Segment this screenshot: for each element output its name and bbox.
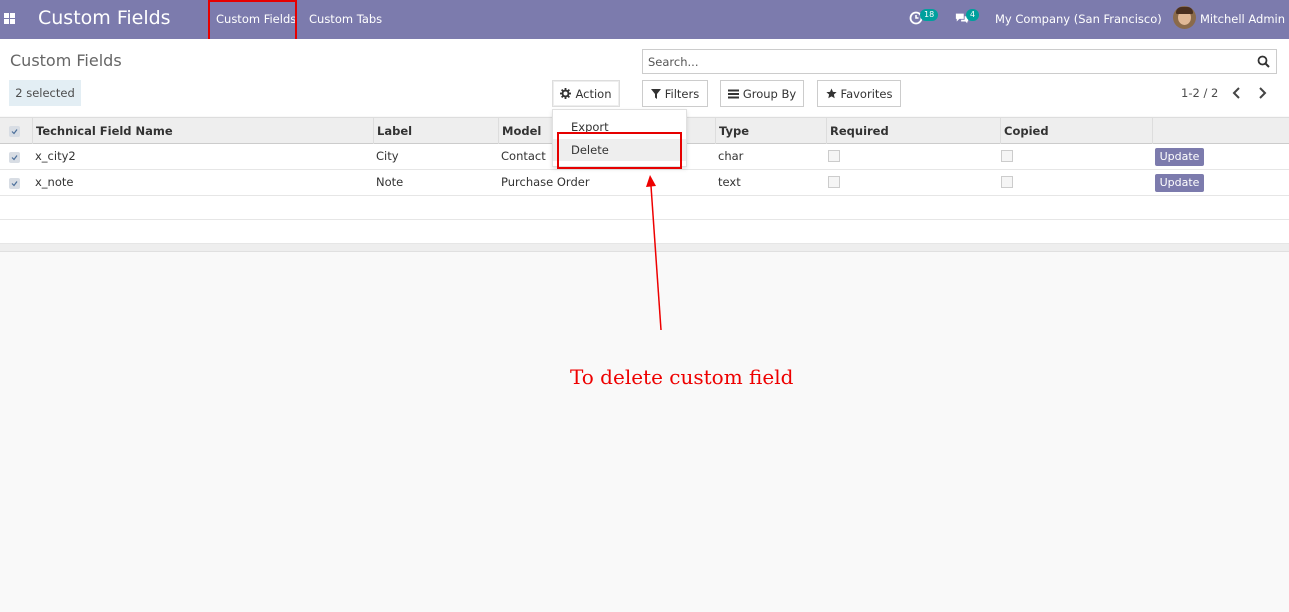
filters-button-label: Filters	[664, 86, 700, 101]
messages-count-badge: 4	[966, 9, 980, 21]
menu-custom-tabs[interactable]: Custom Tabs	[309, 12, 382, 26]
cell-type: text	[718, 175, 741, 189]
table-footer	[0, 244, 1289, 252]
favorites-button-label: Favorites	[840, 86, 893, 101]
app-title: Custom Fields	[38, 7, 171, 29]
column-actions	[1152, 118, 1289, 144]
update-button[interactable]: Update	[1155, 174, 1204, 192]
empty-row	[0, 220, 1289, 244]
user-avatar[interactable]	[1173, 6, 1196, 29]
column-type[interactable]: Type	[715, 118, 827, 144]
pager-previous-icon[interactable]	[1231, 86, 1243, 100]
cell-model: Contact	[501, 149, 546, 163]
user-menu[interactable]: Mitchell Admin	[1200, 12, 1285, 26]
row-checkbox[interactable]	[9, 152, 20, 163]
list-bars-icon	[727, 89, 739, 98]
star-icon	[825, 88, 837, 99]
control-panel: Custom Fields 2 selected Action Filters	[0, 39, 1289, 116]
top-navbar: Custom Fields Custom Fields Custom Tabs …	[0, 0, 1289, 39]
delete-highlight-box	[557, 132, 682, 169]
pager-value[interactable]: 1-2 / 2	[1181, 86, 1218, 100]
copied-checkbox	[1001, 150, 1013, 162]
search-icon[interactable]	[1257, 55, 1270, 68]
cell-label: Note	[376, 175, 404, 189]
action-button[interactable]: Action	[552, 80, 620, 107]
table-row[interactable]: x_note Note Purchase Order text Update	[0, 170, 1289, 196]
search-bar[interactable]	[642, 49, 1277, 74]
cell-type: char	[718, 149, 744, 163]
select-all-checkbox[interactable]	[9, 126, 20, 137]
app-menu-grid-icon[interactable]	[4, 13, 16, 25]
column-technical-name[interactable]: Technical Field Name	[32, 118, 374, 144]
cell-technical-name: x_city2	[35, 149, 76, 163]
checkmark-icon	[11, 155, 18, 161]
column-label[interactable]: Label	[373, 118, 499, 144]
checkmark-icon	[11, 181, 18, 187]
group-by-button-label: Group By	[742, 86, 797, 101]
empty-row	[0, 196, 1289, 220]
update-button[interactable]: Update	[1155, 148, 1204, 166]
cell-model: Purchase Order	[501, 175, 590, 189]
activity-count-badge: 18	[920, 9, 939, 21]
cell-label: City	[376, 149, 399, 163]
custom-fields-menu-highlight	[208, 0, 297, 43]
column-copied[interactable]: Copied	[1000, 118, 1153, 144]
cell-technical-name: x_note	[35, 175, 74, 189]
required-checkbox	[828, 150, 840, 162]
copied-checkbox	[1001, 176, 1013, 188]
pager-next-icon[interactable]	[1256, 86, 1268, 100]
search-input[interactable]	[648, 53, 1248, 71]
annotation-caption: To delete custom field	[570, 365, 794, 389]
group-by-button[interactable]: Group By	[720, 80, 804, 107]
breadcrumb: Custom Fields	[10, 51, 122, 70]
required-checkbox	[828, 176, 840, 188]
selected-count: 2 selected	[9, 80, 81, 106]
filters-button[interactable]: Filters	[642, 80, 708, 107]
action-button-label: Action	[575, 86, 612, 101]
filter-funnel-icon	[650, 88, 661, 99]
company-switcher[interactable]: My Company (San Francisco)	[995, 12, 1162, 26]
checkmark-icon	[11, 129, 18, 135]
gear-icon	[560, 88, 572, 99]
favorites-button[interactable]: Favorites	[817, 80, 901, 107]
column-required[interactable]: Required	[826, 118, 1001, 144]
row-checkbox[interactable]	[9, 178, 20, 189]
